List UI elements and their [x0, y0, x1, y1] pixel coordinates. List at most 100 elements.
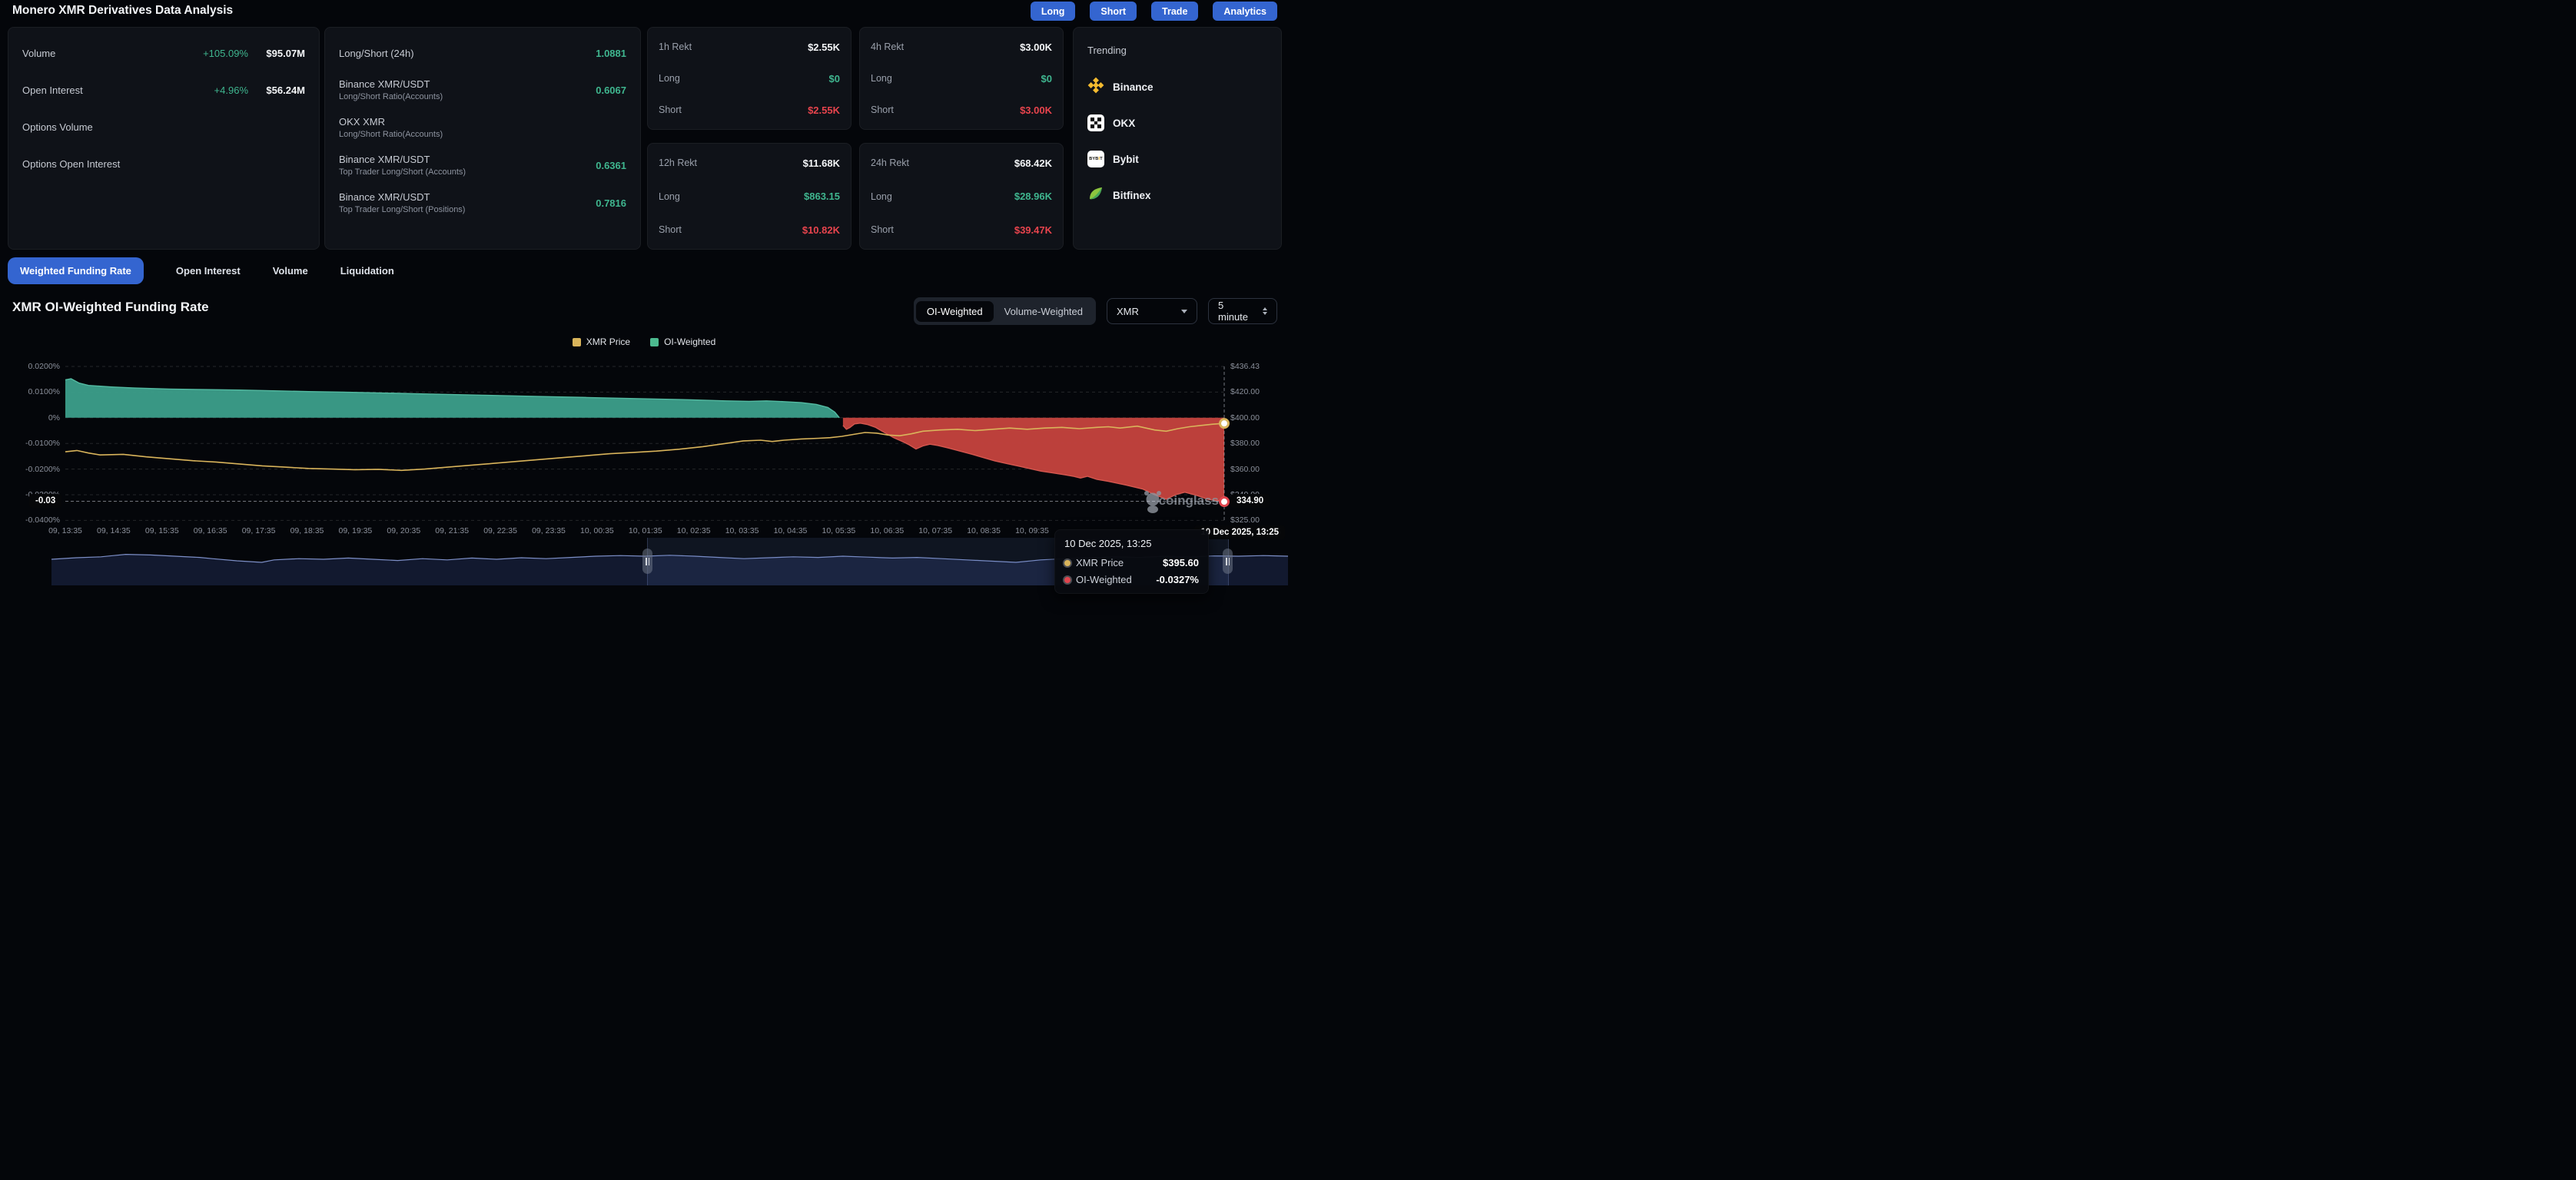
tab-liquidation[interactable]: Liquidation — [340, 265, 394, 277]
tooltip-label: OI-Weighted — [1076, 574, 1132, 585]
symbol-select-value: XMR — [1117, 306, 1139, 317]
ls-label: Long/Short (24h) — [339, 48, 414, 59]
rekt-long-value: $28.96K — [1014, 191, 1052, 202]
bitfinex-logo-icon — [1087, 185, 1104, 206]
tab-volume[interactable]: Volume — [273, 265, 308, 277]
legend-swatch — [650, 338, 659, 346]
rekt-short-value: $2.55K — [808, 104, 840, 116]
rekt-label: 1h Rekt — [659, 41, 692, 52]
y-axis-label-right: $436.43 — [1230, 362, 1260, 371]
rekt-short-value: $39.47K — [1014, 224, 1052, 236]
trending-item-binance[interactable]: Binance — [1087, 75, 1267, 98]
chevron-down-icon — [1181, 310, 1187, 313]
legend-label: OI-Weighted — [664, 336, 715, 347]
y-axis-label-right: $325.00 — [1230, 515, 1260, 525]
y-axis-label-left: -0.0200% — [0, 465, 60, 474]
trade-button[interactable]: Trade — [1151, 2, 1198, 21]
trending-item-bitfinex[interactable]: Bitfinex — [1087, 184, 1267, 207]
series-dot-icon — [1064, 560, 1071, 566]
chart-plot: coinglass — [0, 359, 1288, 543]
legend-item-xmr-price[interactable]: XMR Price — [573, 336, 630, 347]
trending-card: Trending Binance OKX BYBIT Bybit — [1073, 27, 1282, 250]
ls-label: Binance XMR/USDT — [339, 191, 465, 203]
stat-row-options-volume: Options Volume — [22, 118, 305, 136]
crosshair-y-right-badge: 334.90 — [1230, 494, 1270, 508]
y-axis-label-left: 0% — [0, 413, 60, 423]
stat-change: +105.09% — [203, 48, 248, 59]
rekt-total: $11.68K — [803, 157, 840, 169]
rekt-short-value: $10.82K — [802, 224, 840, 236]
chart-tooltip: 10 Dec 2025, 13:25 XMR Price $395.60 OI-… — [1054, 529, 1209, 594]
tooltip-value: -0.0327% — [1156, 574, 1199, 585]
rekt-label: 4h Rekt — [871, 41, 904, 52]
market-stats-card: Volume +105.09% $95.07M Open Interest +4… — [8, 27, 320, 250]
trending-label: OKX — [1113, 118, 1135, 129]
page-title: Monero XMR Derivatives Data Analysis — [12, 4, 233, 18]
ls-value: 0.6067 — [596, 85, 626, 96]
tab-open-interest[interactable]: Open Interest — [176, 265, 241, 277]
crosshair-y-left-badge: -0.03 — [29, 494, 61, 508]
y-axis-label-right: $380.00 — [1230, 439, 1260, 448]
chart-legend: XMR Price OI-Weighted — [0, 336, 1288, 347]
weighting-toggle: OI-Weighted Volume-Weighted — [914, 297, 1096, 325]
rekt-short-label: Short — [659, 224, 682, 235]
navigator-handle-left[interactable] — [642, 549, 652, 574]
stat-row-volume: Volume +105.09% $95.07M — [22, 44, 305, 62]
interval-select-value: 5 minute — [1218, 300, 1250, 323]
rekt-long-value: $0 — [1041, 73, 1052, 85]
toggle-oi-weighted[interactable]: OI-Weighted — [916, 301, 994, 322]
tooltip-label: XMR Price — [1076, 557, 1124, 568]
rekt-long-label: Long — [659, 73, 680, 84]
series-dot-icon — [1064, 577, 1071, 583]
rekt-card-24h: 24h Rekt $68.42K Long $28.96K Short $39.… — [859, 143, 1064, 250]
chart-controls: OI-Weighted Volume-Weighted XMR 5 minute — [914, 297, 1277, 325]
rekt-card-12h: 12h Rekt $11.68K Long $863.15 Short $10.… — [647, 143, 851, 250]
trending-label: Bitfinex — [1113, 190, 1151, 201]
y-axis-label-left: 0.0200% — [0, 362, 60, 371]
analytics-button[interactable]: Analytics — [1213, 2, 1277, 21]
funding-rate-chart[interactable]: coinglass 0.0200% 0.0100% 0% -0.0100% -0.020… — [0, 359, 1288, 551]
interval-select[interactable]: 5 minute — [1208, 298, 1277, 324]
rekt-label: 12h Rekt — [659, 157, 697, 168]
okx-logo-icon — [1087, 114, 1104, 131]
rekt-long-label: Long — [871, 191, 892, 202]
rekt-label: 24h Rekt — [871, 157, 909, 168]
tooltip-timestamp: 10 Dec 2025, 13:25 — [1064, 538, 1199, 549]
rekt-total: $3.00K — [1020, 41, 1052, 53]
chart-tabs: Weighted Funding Rate Open Interest Volu… — [8, 257, 394, 285]
tooltip-row-funding: OI-Weighted -0.0327% — [1064, 574, 1199, 585]
tooltip-value: $395.60 — [1163, 557, 1199, 568]
rekt-card-4h: 4h Rekt $3.00K Long $0 Short $3.00K — [859, 27, 1064, 130]
navigator-handle-right[interactable] — [1223, 549, 1233, 574]
coinglass-watermark: coinglass — [1144, 491, 1219, 513]
binance-logo-icon — [1087, 77, 1104, 98]
ls-value: 1.0881 — [596, 48, 626, 59]
ls-row: Binance XMR/USDT Top Trader Long/Short (… — [339, 151, 626, 180]
toggle-volume-weighted[interactable]: Volume-Weighted — [994, 301, 1094, 322]
rekt-short-label: Short — [871, 224, 894, 235]
y-axis-label-left: -0.0100% — [0, 439, 60, 448]
trending-title: Trending — [1087, 45, 1267, 61]
stat-value: $95.07M — [248, 48, 305, 59]
legend-item-oi-weighted[interactable]: OI-Weighted — [650, 336, 715, 347]
trending-label: Bybit — [1113, 154, 1139, 165]
short-button[interactable]: Short — [1090, 2, 1137, 21]
tab-weighted-funding-rate[interactable]: Weighted Funding Rate — [8, 257, 144, 284]
y-axis-label-right: $360.00 — [1230, 465, 1260, 474]
ls-label: Binance XMR/USDT — [339, 78, 443, 90]
y-axis-label-right: $420.00 — [1230, 387, 1260, 396]
rekt-long-value: $0 — [829, 73, 840, 85]
trending-item-okx[interactable]: OKX — [1087, 111, 1267, 134]
y-axis-label-left: 0.0100% — [0, 387, 60, 396]
symbol-select[interactable]: XMR — [1107, 298, 1197, 324]
bybit-logo-icon: BYBIT — [1087, 151, 1104, 167]
ls-label: Binance XMR/USDT — [339, 154, 466, 165]
stat-label: Open Interest — [22, 85, 83, 96]
trending-item-bybit[interactable]: BYBIT Bybit — [1087, 148, 1267, 171]
long-button[interactable]: Long — [1031, 2, 1076, 21]
legend-label: XMR Price — [586, 336, 630, 347]
stat-row-options-open-interest: Options Open Interest — [22, 154, 305, 173]
trending-label: Binance — [1113, 81, 1154, 93]
legend-swatch — [573, 338, 581, 346]
chart-title: XMR OI-Weighted Funding Rate — [12, 300, 209, 315]
